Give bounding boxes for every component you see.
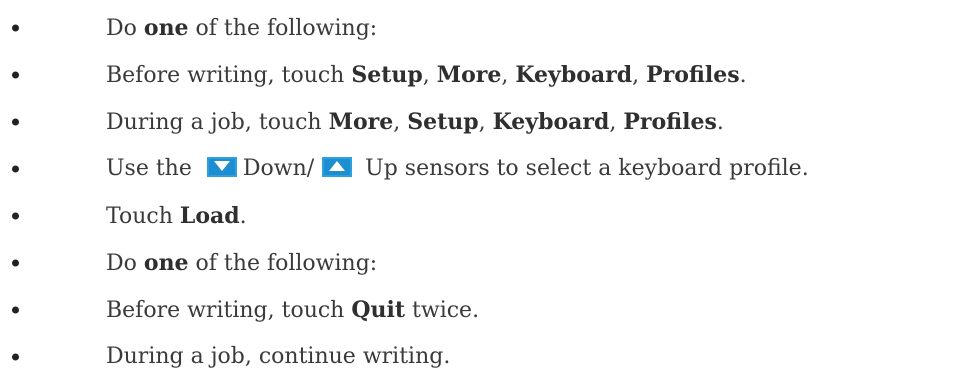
list-item: Touch Load. — [0, 201, 961, 231]
list-item: Do one of the following: — [0, 13, 961, 43]
down-triangle-icon — [206, 157, 237, 177]
up-triangle-icon — [322, 157, 353, 177]
step-text: Touch Load. — [106, 202, 247, 229]
step-text: During a job, touch More, Setup, Keyboar… — [106, 108, 724, 135]
step-text: During a job, continue writing. — [106, 344, 451, 369]
list-item: Do one of the following: — [0, 248, 961, 278]
step-text: Before writing, touch Setup, More, Keybo… — [106, 61, 747, 88]
bullet — [12, 259, 19, 267]
bullet — [12, 24, 19, 32]
bullet — [12, 353, 19, 361]
list-item: Use the Down/ Up sensors to select a key… — [0, 154, 961, 184]
step-text: Use the Down/ Up sensors to select a key… — [106, 156, 809, 181]
list-item: Before writing, touch Quit twice. — [0, 295, 961, 325]
bullet — [12, 118, 19, 126]
bullet — [12, 71, 19, 79]
bullet — [12, 212, 19, 220]
step-text: Do one of the following: — [106, 14, 378, 41]
bullet — [12, 306, 19, 314]
list-item: During a job, continue writing. — [0, 342, 961, 372]
bullet — [12, 165, 19, 173]
list-item: Before writing, touch Setup, More, Keybo… — [0, 60, 961, 90]
step-text: Before writing, touch Quit twice. — [106, 296, 480, 323]
step-text: Do one of the following: — [106, 249, 378, 276]
list-item: During a job, touch More, Setup, Keyboar… — [0, 107, 961, 137]
heading-fragment — [0, 0, 16, 6]
